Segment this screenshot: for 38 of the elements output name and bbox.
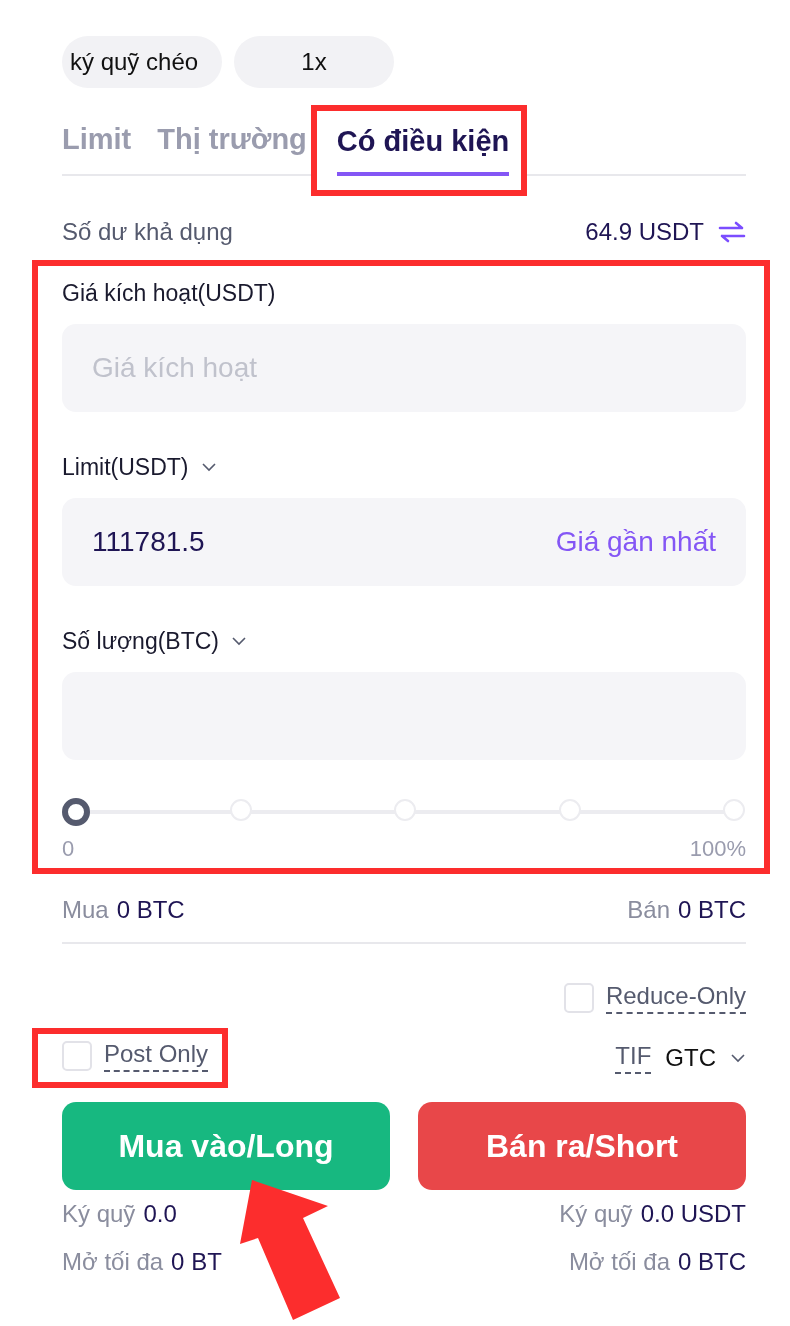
detail-label: Mở tối đa xyxy=(62,1248,164,1276)
slider-max-label: 100% xyxy=(689,836,746,862)
checkbox[interactable] xyxy=(563,983,594,1013)
detail-label: Ký quỹ xyxy=(559,1200,633,1228)
margin-mode-button[interactable]: ký quỹ chéo xyxy=(62,36,222,88)
chevron-down-icon[interactable] xyxy=(231,636,247,646)
post-only-label[interactable]: Post Only xyxy=(104,1040,209,1072)
total-label: Bán xyxy=(627,896,670,924)
total-label: Mua xyxy=(62,896,109,924)
total-value: 0 BTC xyxy=(678,896,746,924)
checkbox[interactable] xyxy=(62,1041,92,1071)
tif-value[interactable]: GTC xyxy=(665,1044,716,1072)
chevron-down-icon[interactable] xyxy=(730,1053,746,1063)
slider-thumb[interactable] xyxy=(62,798,90,826)
detail-value: 0 BT xyxy=(171,1248,222,1276)
total-value: 0 BTC xyxy=(116,896,185,924)
input-text[interactable]: 111781.5 xyxy=(92,498,556,586)
slider-track[interactable] xyxy=(62,798,746,826)
order-type-tab[interactable]: Có điều kiện xyxy=(336,125,510,176)
balance-value: 64.9 USDT xyxy=(585,218,704,246)
detail-value: 0 BTC xyxy=(678,1248,746,1276)
chevron-down-icon[interactable] xyxy=(200,462,217,472)
balance-label: Số dư khả dụng xyxy=(62,218,233,246)
transfer-icon[interactable] xyxy=(718,221,746,243)
sell-short-button[interactable]: Bán ra/Short xyxy=(418,1102,746,1190)
slider-min-label: 0 xyxy=(62,836,75,862)
reduce-only-label[interactable]: Reduce-Only xyxy=(605,982,746,1014)
detail-label: Ký quỹ xyxy=(62,1200,136,1228)
detail-label: Mở tối đa xyxy=(568,1248,670,1276)
field-label: Số lượng(BTC) xyxy=(62,627,219,655)
field-label: Limit(USDT) xyxy=(62,453,189,481)
last-price-link[interactable]: Giá gần nhất xyxy=(555,526,716,558)
tif-label[interactable]: TIF xyxy=(615,1042,652,1074)
input-field[interactable]: 111781.5 Giá gần nhất xyxy=(62,498,746,586)
detail-value: 0.0 xyxy=(143,1200,177,1228)
detail-value: 0.0 USDT xyxy=(640,1200,746,1228)
field-label: Giá kích hoạt(USDT) xyxy=(62,279,276,307)
leverage-button[interactable]: 1x xyxy=(234,36,394,88)
